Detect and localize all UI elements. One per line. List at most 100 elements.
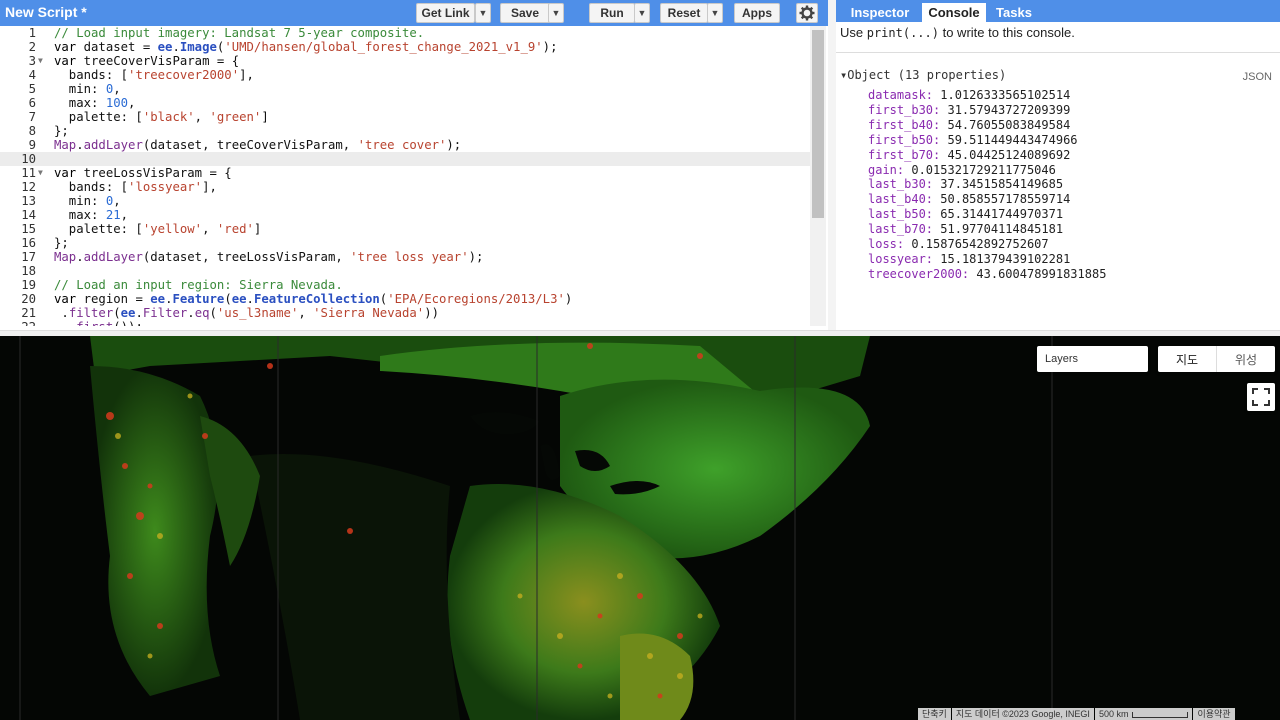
- console-hint: Use print(...) to write to this console.: [840, 25, 1075, 40]
- code-line[interactable]: 16};: [0, 236, 810, 250]
- line-number: 15: [21, 222, 36, 236]
- tab-console[interactable]: Console: [922, 3, 986, 22]
- line-number: 5: [28, 82, 36, 96]
- line-number: 10: [21, 152, 36, 166]
- reset-button[interactable]: Reset: [660, 3, 708, 23]
- property-row: last_b30: 37.34515854149685: [868, 177, 1064, 192]
- code-line[interactable]: 8};: [0, 124, 810, 138]
- code-text: Map.addLayer(dataset, treeCoverVisParam,…: [54, 138, 462, 152]
- line-number: 17: [21, 250, 36, 264]
- code-line[interactable]: 14 max: 21,: [0, 208, 810, 222]
- panel-tabs: Inspector Console Tasks: [836, 0, 1280, 22]
- fullscreen-icon[interactable]: [1247, 383, 1275, 411]
- line-number: 12: [21, 180, 36, 194]
- code-text: .first());: [54, 320, 143, 326]
- code-text: var treeLossVisParam = {: [54, 166, 232, 180]
- code-text: };: [54, 124, 69, 138]
- tab-inspector[interactable]: Inspector: [840, 3, 920, 22]
- get-link-dropdown[interactable]: ▼: [475, 3, 491, 23]
- map-type-button[interactable]: 지도: [1158, 346, 1216, 372]
- property-row: first_b70: 45.04425124089692: [868, 147, 1071, 162]
- scale-indicator[interactable]: 500 km: [1094, 708, 1193, 720]
- property-row: first_b40: 54.76055083849584: [868, 117, 1071, 132]
- line-number: 22: [0, 320, 36, 326]
- code-line[interactable]: 4 bands: ['treecover2000'],: [0, 68, 810, 82]
- line-number: 8: [28, 124, 36, 138]
- map-data-text: 지도 데이터 ©2023 Google, INEGI: [951, 708, 1094, 720]
- code-text: };: [54, 236, 69, 250]
- script-title[interactable]: New Script *: [5, 4, 87, 20]
- property-list: datamask: 1.0126333565102514 first_b30: …: [868, 88, 1106, 282]
- get-link-button[interactable]: Get Link: [416, 3, 475, 23]
- code-text: var treeCoverVisParam = {: [54, 54, 240, 68]
- object-header[interactable]: ▾Object (13 properties): [840, 68, 1006, 82]
- editor-scrollbar[interactable]: [810, 26, 826, 326]
- settings-gear-icon[interactable]: [796, 3, 818, 23]
- line-number: 3: [28, 54, 36, 68]
- line-number: 4: [28, 68, 36, 82]
- code-line[interactable]: 7 palette: ['black', 'green']: [0, 110, 810, 124]
- code-line[interactable]: 9 Map.addLayer(dataset, treeCoverVisParam…: [0, 138, 810, 152]
- line-number: 21: [21, 306, 36, 320]
- code-line[interactable]: 3 ▼ var treeCoverVisParam = {: [0, 54, 810, 68]
- code-line[interactable]: 21 .filter(ee.Filter.eq('us_l3name', 'Si…: [0, 306, 810, 320]
- code-line[interactable]: 15 palette: ['yellow', 'red']: [0, 222, 810, 236]
- apps-button[interactable]: Apps: [734, 3, 780, 23]
- map-attribution: 단축키 지도 데이터 ©2023 Google, INEGI 500 km 이용…: [917, 708, 1235, 720]
- code-line-active[interactable]: 10: [0, 152, 810, 166]
- code-line[interactable]: 19 // Load an input region: Sierra Nevada…: [0, 278, 810, 292]
- code-line[interactable]: 11 ▼ var treeLossVisParam = {: [0, 166, 810, 180]
- code-line[interactable]: 20 var region = ee.Feature(ee.FeatureColl…: [0, 292, 810, 306]
- code-line[interactable]: 17 Map.addLayer(dataset, treeLossVisParam…: [0, 250, 810, 264]
- tab-tasks[interactable]: Tasks: [988, 3, 1040, 22]
- line-number: 13: [21, 194, 36, 208]
- line-number: 14: [21, 208, 36, 222]
- code-area[interactable]: 1 // Load input imagery: Landsat 7 5-year…: [0, 26, 810, 326]
- output-panel: Inspector Console Tasks Use print(...) t…: [836, 0, 1280, 328]
- line-number: 1: [28, 26, 36, 40]
- editor-toolbar: New Script * Get Link ▼ Save ▼ Run ▼ Res…: [0, 0, 828, 26]
- property-row: gain: 0.015321729211775046: [868, 162, 1056, 177]
- run-button[interactable]: Run: [589, 3, 635, 23]
- code-text: bands: ['treecover2000'],: [54, 68, 254, 82]
- json-link[interactable]: JSON: [1243, 71, 1272, 83]
- run-dropdown[interactable]: ▼: [634, 3, 650, 23]
- satellite-type-button[interactable]: 위성: [1216, 346, 1275, 372]
- code-line[interactable]: 5 min: 0,: [0, 82, 810, 96]
- code-line[interactable]: 12 bands: ['lossyear'],: [0, 180, 810, 194]
- code-line[interactable]: 18: [0, 264, 810, 278]
- code-line[interactable]: 6 max: 100,: [0, 96, 810, 110]
- code-text: Map.addLayer(dataset, treeLossVisParam, …: [54, 250, 484, 264]
- fold-arrow-icon[interactable]: ▼: [38, 54, 43, 68]
- save-dropdown[interactable]: ▼: [548, 3, 564, 23]
- terms-link[interactable]: 이용약관: [1193, 708, 1235, 720]
- line-number: 7: [28, 110, 36, 124]
- fold-arrow-icon[interactable]: ▼: [38, 166, 43, 180]
- line-number: 2: [28, 40, 36, 54]
- line-number: 16: [21, 236, 36, 250]
- panel-splitter[interactable]: [828, 0, 836, 330]
- code-line[interactable]: 13 min: 0,: [0, 194, 810, 208]
- line-number: 18: [21, 264, 36, 278]
- layers-dropdown[interactable]: Layers: [1037, 346, 1148, 372]
- reset-dropdown[interactable]: ▼: [707, 3, 723, 23]
- code-line[interactable]: 2 var dataset = ee.Image('UMD/hansen/glob…: [0, 40, 810, 54]
- editor-scroll-thumb[interactable]: [812, 30, 824, 218]
- property-row: treecover2000: 43.600478991831885: [868, 266, 1107, 281]
- save-button[interactable]: Save: [500, 3, 550, 23]
- property-row: last_b50: 65.31441744970371: [868, 207, 1064, 222]
- property-row: last_b70: 51.97704114845181: [868, 222, 1064, 237]
- code-text: palette: ['yellow', 'red']: [54, 222, 262, 236]
- property-row: loss: 0.15876542892752607: [868, 237, 1049, 252]
- code-text: min: 0,: [54, 194, 121, 208]
- code-line[interactable]: 22 .first());: [0, 320, 810, 326]
- code-text: var dataset = ee.Image('UMD/hansen/globa…: [54, 40, 558, 54]
- code-text: // Load input imagery: Landsat 7 5-year …: [54, 26, 425, 40]
- code-line[interactable]: 1 // Load input imagery: Landsat 7 5-year…: [0, 26, 810, 40]
- scale-bar: [1132, 711, 1189, 718]
- code-text: min: 0,: [54, 82, 121, 96]
- keyboard-shortcuts-link[interactable]: 단축키: [918, 708, 951, 720]
- line-number: 11: [21, 166, 36, 180]
- map-type-control: 지도 위성: [1158, 346, 1275, 372]
- map-view[interactable]: Layers 지도 위성 단축키 지도 데이터 ©2023 Google, IN…: [0, 336, 1280, 720]
